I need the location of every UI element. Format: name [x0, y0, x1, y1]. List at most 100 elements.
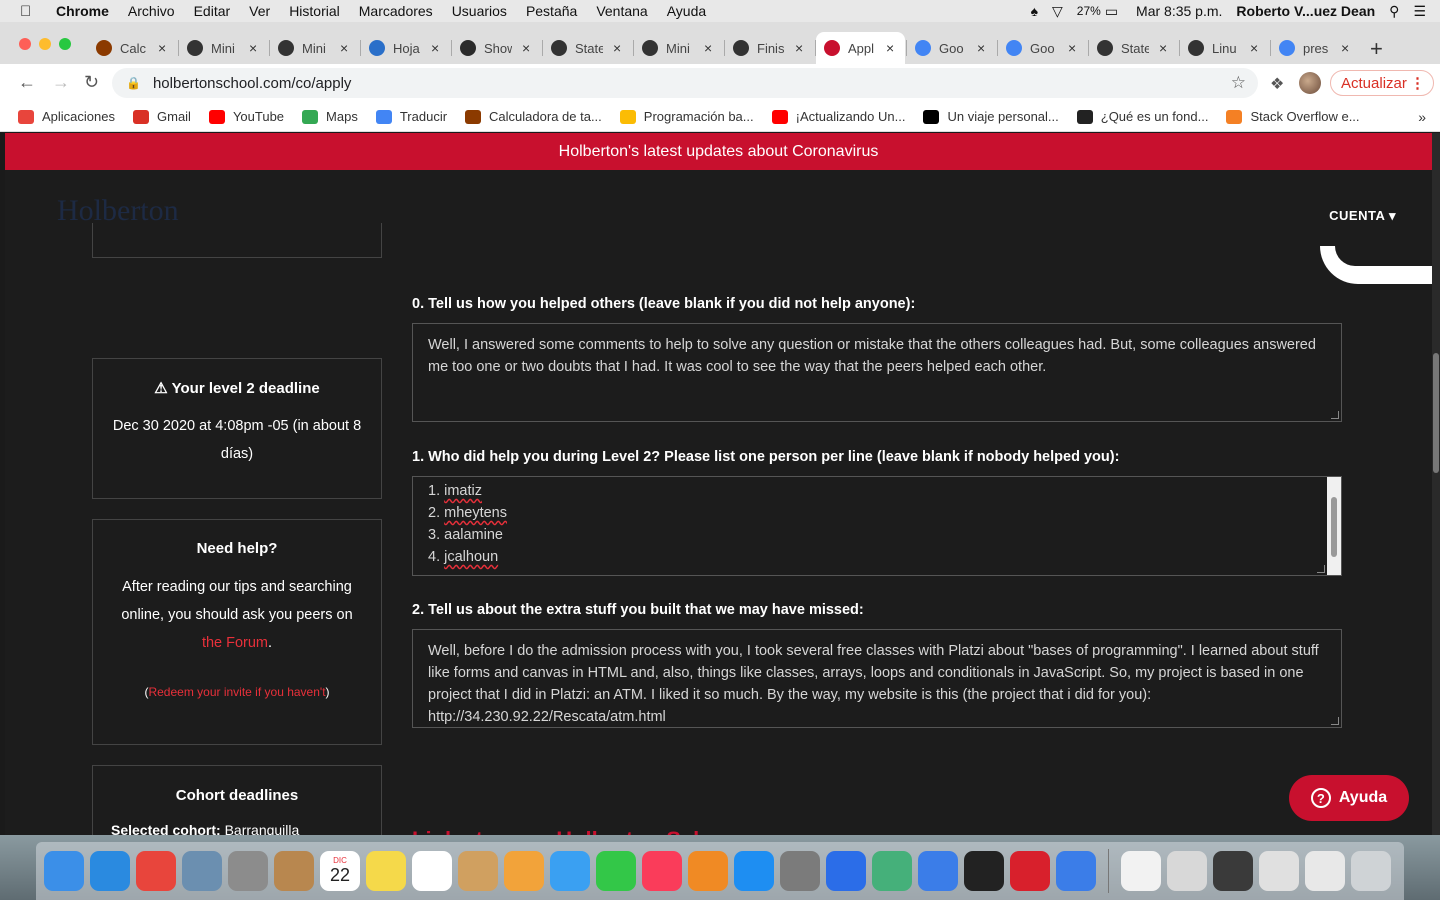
close-tab-icon[interactable]: ×	[704, 40, 712, 56]
document-icon[interactable]	[1121, 851, 1161, 891]
question-0-textarea[interactable]: Well, I answered some comments to help t…	[412, 323, 1342, 422]
menu-pestana[interactable]: Pestaña	[526, 3, 577, 19]
question-2-textarea[interactable]: Well, before I do the admission process …	[412, 629, 1342, 728]
google-docs-icon-2[interactable]	[1056, 851, 1096, 891]
more-menu-icon[interactable]: ⋮	[1410, 74, 1425, 92]
forum-link[interactable]: the Forum	[202, 635, 268, 651]
preview-photos-icon[interactable]	[458, 851, 498, 891]
menu-archivo[interactable]: Archivo	[128, 3, 175, 19]
menu-app-name[interactable]: Chrome	[56, 3, 109, 19]
address-bar[interactable]: 🔒 holbertonschool.com/co/apply ☆	[112, 68, 1258, 98]
textarea-scrollbar[interactable]	[1327, 477, 1341, 575]
screenshot-icon-1[interactable]	[1167, 851, 1207, 891]
browser-tab[interactable]: Hoja ×	[361, 32, 450, 64]
bookmark-item[interactable]: Un viaje personal...	[923, 109, 1059, 124]
close-tab-icon[interactable]: ×	[431, 40, 439, 56]
resize-grip-icon[interactable]	[1317, 565, 1325, 573]
lock-icon[interactable]: 🔒	[126, 76, 141, 90]
safari-icon[interactable]	[90, 851, 130, 891]
bookmark-star-icon[interactable]: ☆	[1231, 73, 1246, 93]
profile-avatar[interactable]	[1299, 72, 1321, 94]
browser-tab[interactable]: Goo ×	[907, 32, 996, 64]
bookmark-item[interactable]: YouTube	[208, 109, 284, 124]
launchpad-icon[interactable]	[228, 851, 268, 891]
minimize-window-icon[interactable]	[39, 38, 51, 50]
browser-tab[interactable]: State ×	[543, 32, 632, 64]
bookmarks-overflow-icon[interactable]: »	[1418, 109, 1426, 125]
finder-icon[interactable]	[44, 851, 84, 891]
close-tab-icon[interactable]: ×	[158, 40, 166, 56]
bookmark-item[interactable]: Maps	[302, 109, 358, 124]
keynote-icon[interactable]	[826, 851, 866, 891]
close-tab-icon[interactable]: ×	[1068, 40, 1076, 56]
update-button[interactable]: Actualizar ⋮	[1330, 70, 1434, 96]
atom-icon[interactable]	[872, 851, 912, 891]
help-widget-button[interactable]: ? Ayuda	[1289, 775, 1409, 821]
browser-tab[interactable]: Finis ×	[725, 32, 814, 64]
facetime-icon[interactable]	[596, 851, 636, 891]
bookmark-item[interactable]: Calculadora de ta...	[465, 109, 602, 124]
calendar-icon[interactable]: DIC 22	[320, 851, 360, 891]
browser-tab[interactable]: Calc ×	[88, 32, 177, 64]
app-store-icon[interactable]	[734, 851, 774, 891]
page-scroll-thumb[interactable]	[1433, 353, 1439, 473]
books-icon[interactable]	[688, 851, 728, 891]
forward-arrow-icon[interactable]: →	[52, 72, 70, 93]
close-tab-icon[interactable]: ×	[1341, 40, 1349, 56]
battery-icon[interactable]: ▭	[1105, 3, 1118, 20]
google-docs-icon[interactable]	[918, 851, 958, 891]
new-tab-plus-icon[interactable]: +	[1370, 36, 1383, 62]
menu-ayuda[interactable]: Ayuda	[667, 3, 706, 19]
holberton-app-icon[interactable]	[1010, 851, 1050, 891]
browser-tab[interactable]: pres ×	[1271, 32, 1360, 64]
close-tab-icon[interactable]: ×	[613, 40, 621, 56]
close-tab-icon[interactable]: ×	[1250, 40, 1258, 56]
coronavirus-banner[interactable]: Holberton's latest updates about Coronav…	[5, 133, 1432, 170]
browser-tab[interactable]: Mini ×	[634, 32, 723, 64]
menu-usuarios[interactable]: Usuarios	[452, 3, 507, 19]
preview-icon[interactable]	[182, 851, 222, 891]
browser-tab[interactable]: Show ×	[452, 32, 541, 64]
maximize-window-icon[interactable]	[59, 38, 71, 50]
terminal-icon[interactable]	[964, 851, 1004, 891]
contacts-icon[interactable]	[274, 851, 314, 891]
system-preferences-icon[interactable]	[780, 851, 820, 891]
status-app-icon[interactable]: ♠	[1031, 3, 1038, 19]
screenshot-icon-4[interactable]	[1305, 851, 1345, 891]
music-icon[interactable]	[642, 851, 682, 891]
reload-icon[interactable]: ↻	[84, 72, 99, 93]
close-tab-icon[interactable]: ×	[977, 40, 985, 56]
browser-tab[interactable]: Mini ×	[179, 32, 268, 64]
account-menu[interactable]: CUENTA ▾	[1329, 208, 1396, 224]
close-tab-icon[interactable]: ×	[249, 40, 257, 56]
spotlight-search-icon[interactable]: ⚲	[1389, 3, 1399, 20]
close-tab-icon[interactable]: ×	[886, 40, 894, 56]
browser-tab[interactable]: State ×	[1089, 32, 1178, 64]
bookmark-item[interactable]: Aplicaciones	[18, 109, 115, 124]
close-window-icon[interactable]	[19, 38, 31, 50]
menu-ver[interactable]: Ver	[249, 3, 270, 19]
question-1-textarea[interactable]: 1. imatiz 2. mheytens 3. aalamine 4. jcalho…	[412, 476, 1342, 576]
reminders-icon[interactable]	[412, 851, 452, 891]
close-tab-icon[interactable]: ×	[340, 40, 348, 56]
page-scrollbar[interactable]	[1432, 133, 1440, 835]
browser-tab[interactable]: Appl ×	[816, 32, 905, 64]
bookmark-item[interactable]: Stack Overflow e...	[1226, 109, 1360, 124]
extensions-puzzle-icon[interactable]: ❖	[1270, 74, 1284, 94]
notes-icon[interactable]	[366, 851, 406, 891]
close-tab-icon[interactable]: ×	[1159, 40, 1167, 56]
photos-icon[interactable]	[504, 851, 544, 891]
wifi-icon[interactable]: ▽	[1052, 3, 1063, 20]
menu-marcadores[interactable]: Marcadores	[359, 3, 433, 19]
trash-icon[interactable]	[1351, 851, 1391, 891]
browser-tab[interactable]: Linu ×	[1180, 32, 1269, 64]
menu-ventana[interactable]: Ventana	[596, 3, 647, 19]
apple-logo-icon[interactable]: 	[20, 3, 36, 20]
resize-grip-icon[interactable]	[1331, 411, 1339, 419]
resize-grip-icon[interactable]	[1331, 717, 1339, 725]
bookmark-item[interactable]: Gmail	[133, 109, 191, 124]
screenshot-icon-2[interactable]	[1213, 851, 1253, 891]
menu-editar[interactable]: Editar	[194, 3, 231, 19]
close-tab-icon[interactable]: ×	[522, 40, 530, 56]
bookmark-item[interactable]: Traducir	[375, 109, 447, 124]
